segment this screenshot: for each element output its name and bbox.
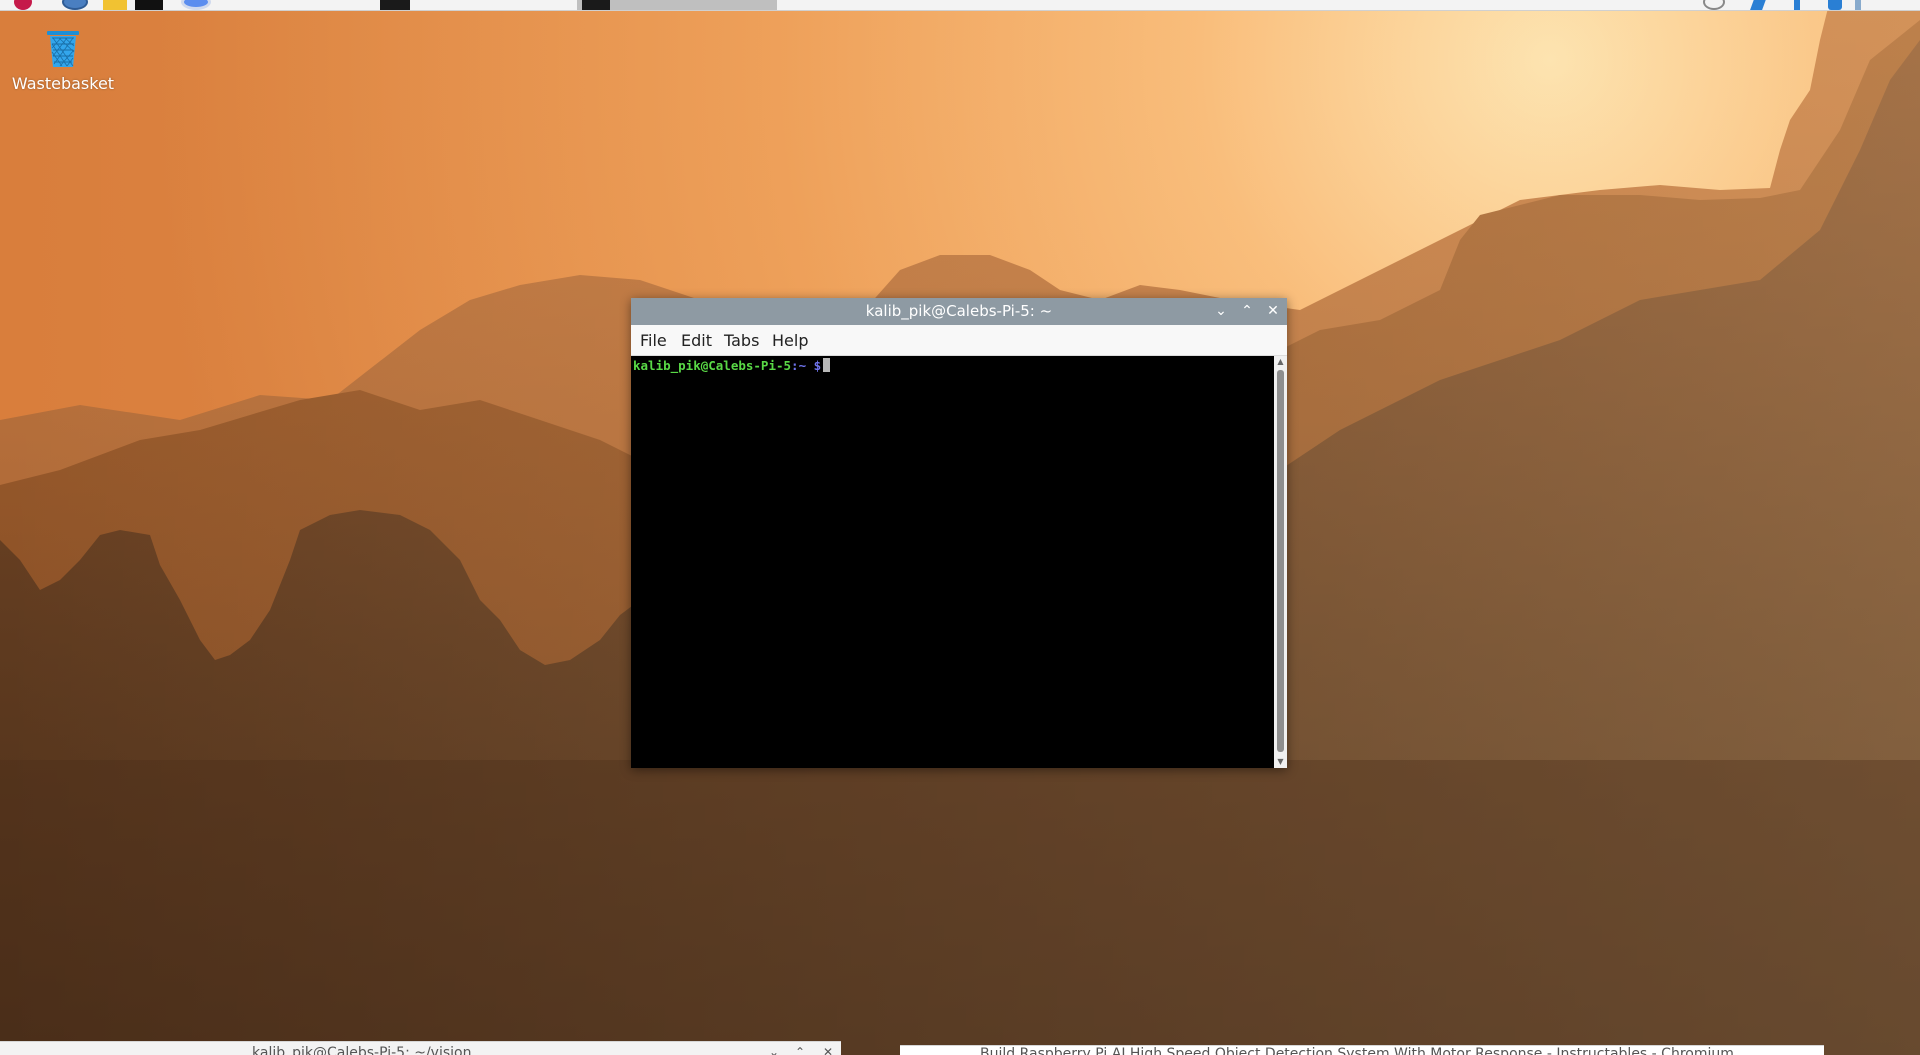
background-window-browser[interactable]: Build Raspberry Pi AI High Speed Object … — [900, 1045, 1824, 1055]
terminal-icon[interactable] — [135, 0, 163, 10]
text-cursor — [823, 358, 831, 372]
vertical-scrollbar[interactable]: ▲ ▼ — [1274, 356, 1287, 768]
desktop-icon-wastebasket[interactable]: Wastebasket — [10, 26, 116, 96]
prompt-path: :~ — [791, 358, 807, 373]
prompt-user-host: kalib_pik@Calebs-Pi-5 — [633, 358, 792, 373]
volume-icon[interactable] — [1828, 0, 1842, 10]
update-icon[interactable] — [1703, 0, 1725, 10]
minimize-button[interactable]: ⌄ — [769, 1045, 779, 1055]
window-title: kalib_pik@Calebs-Pi-5: ~ — [865, 302, 1053, 320]
file-manager-icon[interactable] — [103, 0, 127, 10]
scrollbar-thumb[interactable] — [1277, 370, 1284, 752]
web-browser-icon[interactable] — [62, 0, 88, 10]
menu-help[interactable]: Help — [772, 325, 808, 356]
menu-edit[interactable]: Edit — [681, 325, 712, 356]
window-titlebar[interactable]: kalib_pik@Calebs-Pi-5: ~ ⌄ ⌃ ✕ — [631, 298, 1287, 325]
menu-tabs[interactable]: Tabs — [724, 325, 759, 356]
maximize-button[interactable]: ⌃ — [1237, 302, 1257, 321]
menu-file[interactable]: File — [640, 325, 667, 356]
scroll-up-icon[interactable]: ▲ — [1274, 356, 1287, 368]
prompt-symbol: $ — [806, 358, 822, 373]
background-window-title: kalib_pik@Calebs-Pi-5: ~/vision — [252, 1045, 472, 1055]
terminal-output[interactable]: kalib_pik@Calebs-Pi-5:~ $ — [631, 356, 1274, 768]
terminal-icon — [582, 0, 610, 10]
background-window-terminal[interactable]: kalib_pik@Calebs-Pi-5: ~/vision ⌄ ⌃ ✕ — [0, 1041, 841, 1055]
background-window-title: Build Raspberry Pi AI High Speed Object … — [980, 1046, 1734, 1055]
bluetooth-icon[interactable] — [1750, 0, 1768, 10]
taskbar-button-terminal[interactable] — [380, 0, 410, 10]
maximize-button[interactable]: ⌃ — [795, 1045, 805, 1055]
trash-icon — [47, 31, 79, 67]
tray-icon[interactable] — [1855, 0, 1861, 10]
terminal-window[interactable]: kalib_pik@Calebs-Pi-5: ~ ⌄ ⌃ ✕ File Edit… — [631, 298, 1287, 768]
desktop-icon-label: Wastebasket — [11, 74, 115, 93]
minimize-button[interactable]: ⌄ — [1211, 302, 1231, 321]
raspberry-menu-icon[interactable] — [14, 0, 32, 10]
chromium-icon[interactable] — [181, 0, 211, 10]
network-icon[interactable] — [1794, 0, 1800, 10]
close-button[interactable]: ✕ — [1263, 302, 1283, 321]
top-panel — [0, 0, 1920, 11]
close-button[interactable]: ✕ — [823, 1045, 833, 1055]
scroll-down-icon[interactable]: ▼ — [1274, 756, 1287, 768]
menu-bar: File Edit Tabs Help — [631, 325, 1287, 356]
